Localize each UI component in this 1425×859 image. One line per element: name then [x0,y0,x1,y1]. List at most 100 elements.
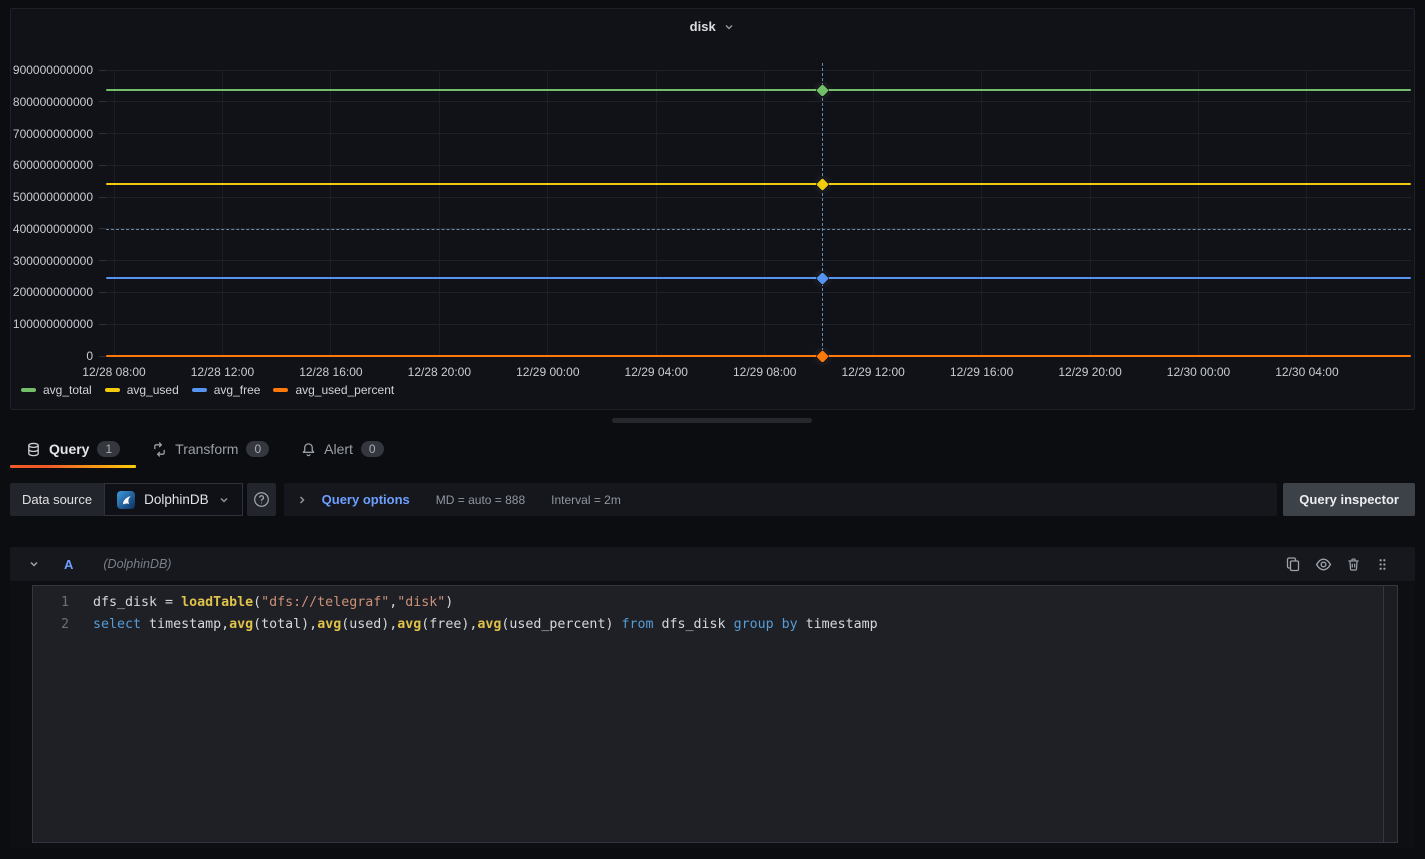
x-axis-label: 12/28 20:00 [384,365,494,379]
y-axis-tick [99,133,106,134]
question-circle-icon [253,491,270,508]
legend-swatch [105,388,120,392]
grid-line-v [222,70,223,356]
active-tab-indicator [10,465,136,468]
y-axis-label: 900000000000 [11,62,93,78]
y-axis-label: 200000000000 [11,284,93,300]
query-row-header[interactable]: A (DolphinDB) [10,547,1415,581]
y-axis-tick [99,165,106,166]
y-axis-label: 400000000000 [11,221,93,237]
panel-title-menu[interactable]: disk [11,19,1414,34]
hover-point-avg_total [816,84,829,97]
legend-swatch [21,388,36,392]
grid-line-h [106,165,1411,166]
code-text: dfs_disk = loadTable("dfs://telegraf","d… [93,592,453,614]
grid-line-v [330,70,331,356]
x-axis-label: 12/29 12:00 [818,365,928,379]
grid-line-v [873,70,874,356]
grid-line-h [106,260,1411,261]
x-axis-label: 12/29 08:00 [710,365,820,379]
y-axis-label: 0 [11,348,93,364]
interval-summary: Interval = 2m [551,493,621,507]
bell-icon [301,442,316,457]
code-lines: 1 dfs_disk = loadTable("dfs://telegraf","… [33,586,1397,636]
hover-point-avg_used_percent [816,350,829,363]
series-line-avg_used_percent [106,355,1411,357]
y-axis-label: 600000000000 [11,157,93,173]
query-inspector-button[interactable]: Query inspector [1283,483,1415,516]
panel-resize-handle[interactable] [612,418,812,423]
datasource-name: DolphinDB [144,492,209,507]
chevron-right-icon [296,494,308,506]
chevron-down-icon [723,21,735,33]
grid-line-v [1090,70,1091,356]
legend-label: avg_used_percent [295,383,394,397]
x-axis-label: 12/30 00:00 [1144,365,1254,379]
tab-query[interactable]: Query 1 [10,432,136,466]
toggle-visibility-icon[interactable] [1315,556,1332,573]
y-axis-tick [99,356,106,357]
series-line-avg_used [106,183,1411,185]
query-row: A (DolphinDB) 1 dfs_disk = loadTable("dfs… [10,547,1415,849]
x-axis-label: 12/28 12:00 [167,365,277,379]
grid-line-v [764,70,765,356]
y-axis-tick [99,101,106,102]
y-axis-tick [99,324,106,325]
code-line[interactable]: 2select timestamp,avg(total),avg(used),a… [33,614,1397,636]
grid-line-v [547,70,548,356]
tab-alert[interactable]: Alert 0 [285,432,399,466]
hover-point-avg_free [816,272,829,285]
code-line[interactable]: 1 dfs_disk = loadTable("dfs://telegraf","… [33,592,1397,614]
line-number: 1 [33,592,69,614]
y-axis-label: 100000000000 [11,316,93,332]
legend-swatch [192,388,207,392]
x-axis-label: 12/29 20:00 [1035,365,1145,379]
datasource-picker[interactable]: DolphinDB [104,483,243,516]
grid-line-h [106,70,1411,71]
datasource-help-button[interactable] [247,483,276,516]
legend-item-avg_free[interactable]: avg_free [192,383,261,397]
max-data-points-summary: MD = auto = 888 [436,493,525,507]
grid-line-v [114,70,115,356]
chart-legend: avg_total avg_used avg_free avg_used_percen… [21,383,394,397]
series-line-avg_free [106,277,1411,279]
tab-query-count: 1 [97,441,120,457]
y-axis-label: 500000000000 [11,189,93,205]
legend-item-avg_used_percent[interactable]: avg_used_percent [273,383,394,397]
drag-handle-icon[interactable] [1375,557,1390,572]
y-axis-tick [99,228,106,229]
grid-line-v [1198,70,1199,356]
y-axis-tick [99,197,106,198]
grid-line-v [1306,70,1307,356]
grid-line-h [106,292,1411,293]
query-options-link[interactable]: Query options [322,492,410,507]
legend-item-avg_total[interactable]: avg_total [21,383,92,397]
grid-line-h [106,101,1411,102]
duplicate-query-icon[interactable] [1285,556,1301,572]
collapse-query-icon[interactable] [28,558,40,570]
x-axis-label: 12/29 16:00 [927,365,1037,379]
dolphindb-logo-icon [117,491,135,509]
query-options-header[interactable]: Query options MD = auto = 888 Interval =… [284,483,1278,516]
x-axis-label: 12/28 16:00 [276,365,386,379]
legend-label: avg_free [214,383,261,397]
tab-transform[interactable]: Transform 0 [136,432,285,466]
series-line-avg_total [106,89,1411,91]
tab-transform-count: 0 [246,441,269,457]
y-axis-label: 800000000000 [11,94,93,110]
y-axis-label: 300000000000 [11,253,93,269]
datasource-label: Data source [10,483,104,516]
x-axis-label: 12/30 04:00 [1252,365,1362,379]
delete-query-icon[interactable] [1346,557,1361,572]
line-number: 2 [33,614,69,636]
legend-item-avg_used[interactable]: avg_used [105,383,179,397]
code-editor[interactable]: 1 dfs_disk = loadTable("dfs://telegraf","… [32,585,1398,843]
x-axis-label: 12/29 04:00 [601,365,711,379]
legend-swatch [273,388,288,392]
tab-query-label: Query [49,441,89,457]
chevron-down-icon [218,494,230,506]
y-axis-tick [99,70,106,71]
y-axis-label: 700000000000 [11,126,93,142]
editor-scrollbar[interactable] [1383,586,1397,842]
crosshair-vertical [822,63,823,356]
